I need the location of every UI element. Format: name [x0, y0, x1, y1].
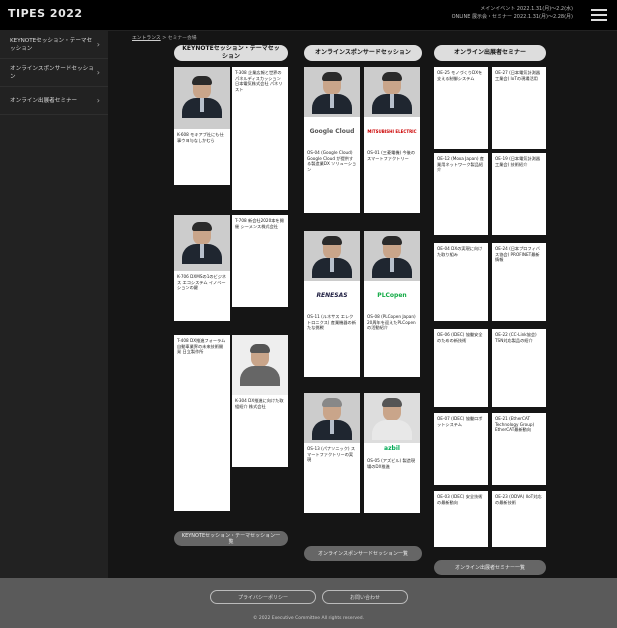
session-card-oe23[interactable]: OE-23 (ODVA) IIoT対応の最新技術: [492, 491, 546, 547]
top-header: TIPES 2022 メインイベント 2022.1.31(月)～2.2(水) O…: [0, 0, 617, 31]
session-card-text: T-708 新会社2020本を開催 シーメンス株式会社: [235, 218, 284, 229]
session-card-t708[interactable]: T-708 新会社2020本を開催 シーメンス株式会社: [232, 215, 288, 307]
sponsored-list-button[interactable]: オンラインスポンサードセッション一覧: [304, 546, 422, 561]
session-card-text: OE-21 (EtherCAT Technology Group) EtherC…: [495, 416, 535, 433]
session-card-text: OE-03 (IDEC) 安全技術の最新動向: [437, 494, 483, 505]
session-card-text: OS-04 (Google Cloud) Google Cloud が提供する製…: [307, 150, 357, 172]
footer: プライバシーポリシー お問い合わせ © 2022 Executive Commi…: [0, 578, 617, 628]
session-card-os05[interactable]: azbil OS-05 (アズビル) 製造現場のDX推進: [364, 393, 420, 513]
keynote-column: KEYNOTEセッション・テーマセッション: [174, 45, 288, 61]
session-card-os08[interactable]: PLCopen OS-08 (PLCopen Japan) 20周年を迎えたPL…: [364, 231, 420, 377]
session-card-oe21[interactable]: OE-21 (EtherCAT Technology Group) EtherC…: [492, 413, 546, 485]
session-card-oe12[interactable]: OE-12 (Moxa Japan) 産業用ネットワーク製品紹介: [434, 153, 488, 235]
chevron-right-icon: ›: [96, 67, 100, 77]
session-card-os13[interactable]: OS-13 (パナソニック) スマートファクトリーの実現: [304, 393, 360, 513]
privacy-policy-link[interactable]: プライバシーポリシー: [210, 590, 316, 604]
session-card-text: OS-11 (ルネサス エレクトロニクス) 産業機器の新たな挑戦: [307, 314, 356, 331]
company-logo: Google Cloud: [304, 117, 360, 147]
sponsored-column-title: オンラインスポンサードセッション: [304, 45, 422, 61]
breadcrumb: エントランス > セミナー会場: [132, 34, 197, 41]
exhibitor-column: オンライン出展者セミナー: [434, 45, 546, 61]
session-card-os04[interactable]: Google Cloud OS-04 (Google Cloud) Google…: [304, 67, 360, 213]
contact-link[interactable]: お問い合わせ: [322, 590, 408, 604]
speaker-photo: [174, 67, 230, 129]
session-card-text: OE-22 (CC-Link協会) TSN対応製品の紹介: [495, 332, 537, 343]
session-card-oe24[interactable]: OE-24 (日本プロフィバス協会) PROFINET最新情報: [492, 243, 546, 321]
sidebar-item-exhibitor[interactable]: オンライン出展者セミナー ›: [0, 87, 108, 115]
session-card-oe25[interactable]: OE-25 モノづくりDXを支える制御システム: [434, 67, 488, 149]
exhibitor-column-title: オンライン出展者セミナー: [434, 45, 546, 61]
session-card-oe19[interactable]: OE-19 (日本電気計測器工業会) 技術紹介: [492, 153, 546, 235]
sidebar-item-label: オンラインスポンサードセッション: [10, 65, 94, 80]
session-card-text: T-308 企業広報と世界のパネルディスカッション 日本電気株式会社 パネリスト: [235, 70, 283, 92]
session-card-text: OS-05 (アズビル) 製造現場のDX推進: [367, 458, 416, 469]
session-card-text: T-408 DX推進フォーラム 自動車業界の未来技術開発 日立製作所: [177, 338, 226, 355]
session-card-text: OE-25 モノづくりDXを支える制御システム: [437, 70, 483, 81]
session-card-os11[interactable]: RENESAS OS-11 (ルネサス エレクトロニクス) 産業機器の新たな挑戦: [304, 231, 360, 377]
event-line-1: メインイベント 2022.1.31(月)～2.2(水): [480, 6, 573, 12]
site-logo[interactable]: TIPES 2022: [8, 7, 83, 20]
keynote-list-button[interactable]: KEYNOTEセッション・テーマセッション一覧: [174, 531, 288, 546]
speaker-photo: [174, 215, 230, 271]
company-logo: PLCopen: [364, 281, 420, 311]
breadcrumb-home[interactable]: エントランス: [132, 36, 161, 41]
sidebar-item-keynote[interactable]: KEYNOTEセッション・テーマセッション ›: [0, 31, 108, 59]
breadcrumb-separator: >: [162, 36, 167, 41]
session-card-k706[interactable]: K-706 DXMSの1のビジネス エコシステム イノベーションの鍵: [174, 215, 230, 321]
speaker-photo: [364, 231, 420, 281]
breadcrumb-current: セミナー会場: [167, 36, 197, 41]
session-card-k304[interactable]: K-304 DX推進に向けた取組紹介 株式会社: [232, 335, 288, 467]
speaker-photo: [304, 231, 360, 281]
hamburger-menu-icon[interactable]: [591, 9, 607, 21]
sidebar: KEYNOTEセッション・テーマセッション › オンラインスポンサードセッション…: [0, 31, 108, 578]
session-card-t408[interactable]: T-408 DX推進フォーラム 自動車業界の未来技術開発 日立製作所: [174, 335, 230, 511]
company-logo: azbil: [364, 443, 420, 455]
sidebar-item-sponsored[interactable]: オンラインスポンサードセッション ›: [0, 59, 108, 87]
speaker-photo: [304, 393, 360, 443]
sidebar-item-label: KEYNOTEセッション・テーマセッション: [10, 37, 93, 52]
session-card-os01[interactable]: MITSUBISHI ELECTRIC OS-01 (三菱電機) 今後のスマート…: [364, 67, 420, 213]
session-card-text: K-608 モキアブ社にも仕事ウヨ与なしかむら: [177, 132, 224, 143]
sidebar-item-label: オンライン出展者セミナー: [10, 97, 78, 104]
company-logo: RENESAS: [304, 281, 360, 311]
session-card-k608[interactable]: K-608 モキアブ社にも仕事ウヨ与なしかむら: [174, 67, 230, 185]
session-card-text: K-304 DX推進に向けた取組紹介 株式会社: [235, 398, 284, 409]
exhibitor-list-button[interactable]: オンライン出展者セミナー一覧: [434, 560, 546, 575]
session-card-text: OE-07 (IDEC) 協働ロボットシステム: [437, 416, 483, 427]
session-card-oe04[interactable]: OE-04 DXの実現に向けた取り組み: [434, 243, 488, 321]
speaker-photo: [304, 67, 360, 117]
session-card-text: OE-19 (日本電気計測器工業会) 技術紹介: [495, 156, 541, 167]
session-card-oe03[interactable]: OE-03 (IDEC) 安全技術の最新動向: [434, 491, 488, 547]
sponsored-column: オンラインスポンサードセッション: [304, 45, 422, 61]
session-card-text: OE-04 DXの実現に向けた取り組み: [437, 246, 483, 257]
session-card-text: OE-23 (ODVA) IIoT対応の最新技術: [495, 494, 542, 505]
session-card-t308[interactable]: T-308 企業広報と世界のパネルディスカッション 日本電気株式会社 パネリスト: [232, 67, 288, 210]
session-card-text: OE-24 (日本プロフィバス協会) PROFINET最新情報: [495, 246, 540, 263]
session-card-text: OE-12 (Moxa Japan) 産業用ネットワーク製品紹介: [437, 156, 484, 173]
keynote-column-title: KEYNOTEセッション・テーマセッション: [174, 45, 288, 61]
session-card-text: OE-27 (日本電気計測器工業会) IoTの現場活用: [495, 70, 541, 81]
company-logo: MITSUBISHI ELECTRIC: [364, 117, 420, 147]
session-card-text: OS-08 (PLCopen Japan) 20周年を迎えたPLCopenの活動…: [367, 314, 416, 331]
session-card-text: OS-01 (三菱電機) 今後のスマートファクトリー: [367, 150, 416, 161]
session-card-oe27[interactable]: OE-27 (日本電気計測器工業会) IoTの現場活用: [492, 67, 546, 149]
session-card-oe06[interactable]: OE-06 (IDEC) 協働安全のための新技術: [434, 329, 488, 407]
chevron-right-icon: ›: [96, 95, 100, 105]
session-card-text: K-706 DXMSの1のビジネス エコシステム イノベーションの鍵: [177, 274, 227, 291]
chevron-right-icon: ›: [96, 39, 100, 49]
speaker-photo: [364, 67, 420, 117]
event-line-2: ONLINE 展示会・セミナー 2022.1.31(月)～2.28(月): [451, 14, 573, 20]
session-card-text: OS-13 (パナソニック) スマートファクトリーの実現: [307, 446, 356, 463]
event-info: メインイベント 2022.1.31(月)～2.2(水) ONLINE 展示会・セ…: [452, 5, 573, 21]
session-card-oe07[interactable]: OE-07 (IDEC) 協働ロボットシステム: [434, 413, 488, 485]
session-card-oe22[interactable]: OE-22 (CC-Link協会) TSN対応製品の紹介: [492, 329, 546, 407]
speaker-photo: [232, 335, 288, 395]
main-content: エントランス > セミナー会場 KEYNOTEセッション・テーマセッション K-…: [108, 31, 617, 578]
speaker-photo: [364, 393, 420, 443]
session-card-text: OE-06 (IDEC) 協働安全のための新技術: [437, 332, 483, 343]
copyright-text: © 2022 Executive Committee All rights re…: [252, 616, 365, 621]
